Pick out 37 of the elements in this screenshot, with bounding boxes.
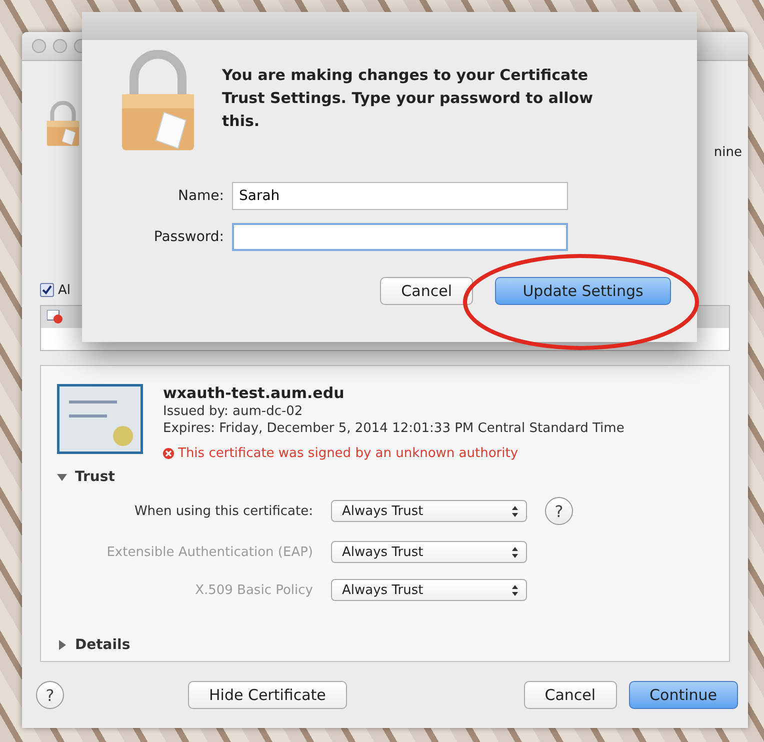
disclosure-triangle-icon[interactable] [57,472,67,482]
trust-dropdown[interactable]: Always Trust [331,500,527,522]
setting-label: X.509 Basic Policy [194,582,313,598]
stepper-arrows-icon [512,506,518,516]
input-field[interactable] [232,223,568,251]
section-title: Trust [75,469,115,485]
disclosure-triangle-icon[interactable] [57,640,67,650]
window-control-icon[interactable] [53,39,67,53]
issuer-text: Issued by: aum-dc-02 [163,404,304,419]
field-label: Name: [176,188,224,204]
help-button[interactable]: ? [36,681,64,709]
dialog-button[interactable]: Cancel [524,681,617,709]
error-message: This certificate was signed by an unknown authority [178,446,518,461]
sheet-button[interactable]: Cancel [380,277,473,305]
input-field[interactable]: Sarah [232,182,568,210]
certificate-icon [57,384,143,454]
error-icon [163,448,174,459]
setting-label: Extensible Authentication (EAP) [106,544,313,560]
sheet-button[interactable]: Update Settings [495,277,671,305]
checkbox[interactable] [40,283,54,297]
lock-icon [46,101,80,147]
certificate-error-icon [47,310,63,324]
checkbox-label: Al [58,282,71,298]
stepper-arrows-icon [512,546,518,558]
certificate-name: wxauth-test.aum.edu [163,384,346,402]
sheet-message: You are making changes to your Certificate Trust Settings. Type your password to allow this. [222,65,594,132]
field-label: Password: [152,229,224,245]
partial-text: nine [714,145,742,160]
expiry-text: Expires: Friday, December 5, 2014 12:01:33 PM Central Standard Time [163,421,626,436]
section-title: Details [75,637,130,653]
help-button[interactable]: ? [545,497,573,525]
dialog-button[interactable]: Continue [628,681,738,709]
lock-icon [120,50,196,153]
window-control-icon[interactable] [32,39,46,53]
setting-label: When using this certificate: [133,504,313,518]
stepper-arrows-icon [512,584,518,596]
dialog-button[interactable]: Hide Certificate [188,681,347,709]
